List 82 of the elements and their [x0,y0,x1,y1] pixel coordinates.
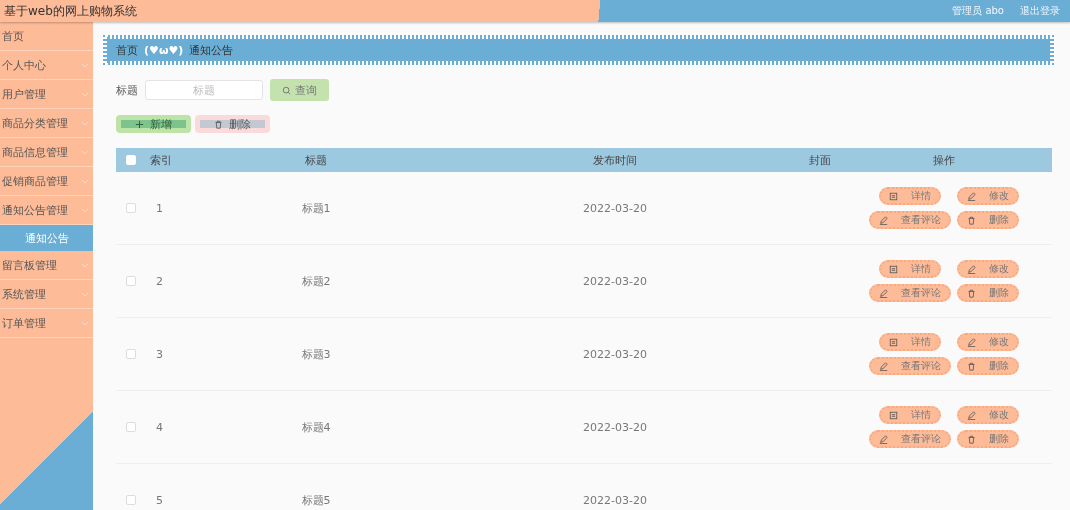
search-icon [282,85,291,95]
select-all-checkbox[interactable] [126,155,136,165]
sidebar-menu-item[interactable]: 用户管理 [0,80,93,109]
table-cell-text: 2022-03-20 [582,420,648,434]
row-checkbox[interactable] [126,422,136,432]
table-cell-text: 4 [155,420,164,434]
trash-icon [214,119,223,129]
app-title: 基于web的网上购物系统 [3,2,138,20]
trash-icon [967,215,976,225]
column-header: 发布时间 [592,152,638,168]
delete-button[interactable]: 删除 [957,430,1019,448]
search-label: 标题 [116,82,138,98]
table-cell-text: 5 [155,493,164,507]
sidebar-menu-item[interactable]: 个人中心 [0,51,93,80]
column-header: 封面 [808,152,832,168]
sidebar-menu-item[interactable]: 订单管理 [0,309,93,338]
row-checkbox[interactable] [126,203,136,213]
plus-icon [135,119,144,129]
detail-button[interactable]: 详情 [879,406,941,424]
pencil-icon [967,410,976,420]
pencil-icon [879,215,888,225]
view-comments-button[interactable]: 查看评论 [869,430,951,448]
sidebar-menu-item[interactable]: 促销商品管理 [0,167,93,196]
edit-button[interactable]: 修改 [957,406,1019,424]
trash-icon [967,361,976,371]
table-cell-text: 标题1 [300,200,332,216]
table-cell-text: 2022-03-20 [582,347,648,361]
row-checkbox[interactable] [126,349,136,359]
column-header: 操作 [932,152,956,168]
pencil-icon [967,264,976,274]
admin-user-name: 管理员 abo [952,4,1004,18]
table-cell-text: 标题5 [300,492,332,508]
edit-button[interactable]: 修改 [957,333,1019,351]
pencil-icon [967,337,976,347]
sidebar-menu-item[interactable]: 留言板管理 [0,251,93,280]
view-comments-button[interactable]: 查看评论 [869,211,951,229]
delete-button[interactable]: 删除 [957,284,1019,302]
pencil-icon [879,288,888,298]
document-icon [889,410,898,420]
trash-icon [967,288,976,298]
detail-button[interactable]: 详情 [879,260,941,278]
breadcrumb-item: 通知公告 [189,42,234,58]
table-cell-text: 标题3 [300,346,332,362]
edit-button[interactable]: 修改 [957,187,1019,205]
sidebar-menu-item[interactable]: 首页 [0,22,93,51]
logout-link[interactable]: 退出登录 [1020,4,1060,18]
view-comments-button[interactable]: 查看评论 [869,284,951,302]
table-cell-text: 标题4 [300,419,332,435]
table-cell-text: 2022-03-20 [582,493,648,507]
detail-button[interactable]: 详情 [879,333,941,351]
breadcrumb-separator: (♥ω♥) [144,43,184,57]
column-header: 标题 [304,152,328,168]
table-cell-text: 3 [155,347,164,361]
sidebar-menu-item[interactable]: 商品分类管理 [0,109,93,138]
table-cell-text: 2 [155,274,164,288]
pencil-icon [879,361,888,371]
document-icon [889,264,898,274]
title-search-field[interactable]: 标题 [145,80,263,100]
document-icon [889,191,898,201]
edit-button[interactable]: 修改 [957,260,1019,278]
pencil-icon [967,191,976,201]
view-comments-button[interactable]: 查看评论 [869,357,951,375]
trash-icon [967,434,976,444]
row-checkbox[interactable] [126,276,136,286]
sidebar-submenu-item[interactable]: 通知公告 [0,225,93,251]
delete-button[interactable]: 删除 [957,357,1019,375]
table-cell-text: 2022-03-20 [582,274,648,288]
delete-button[interactable]: 删除 [957,211,1019,229]
sidebar-menu-item[interactable]: 系统管理 [0,280,93,309]
pencil-icon [879,434,888,444]
table-cell-text: 1 [155,201,164,215]
row-checkbox[interactable] [126,495,136,505]
column-header: 索引 [149,152,173,168]
table-cell-text: 2022-03-20 [582,201,648,215]
document-icon [889,337,898,347]
breadcrumb-item[interactable]: 首页 [116,42,138,58]
table-cell-text: 标题2 [300,273,332,289]
add-button[interactable]: 新增 [116,115,191,133]
delete-button[interactable]: 删除 [195,115,270,133]
sidebar-menu-item[interactable]: 商品信息管理 [0,138,93,167]
search-button[interactable]: 查询 [270,79,329,101]
detail-button[interactable]: 详情 [879,187,941,205]
